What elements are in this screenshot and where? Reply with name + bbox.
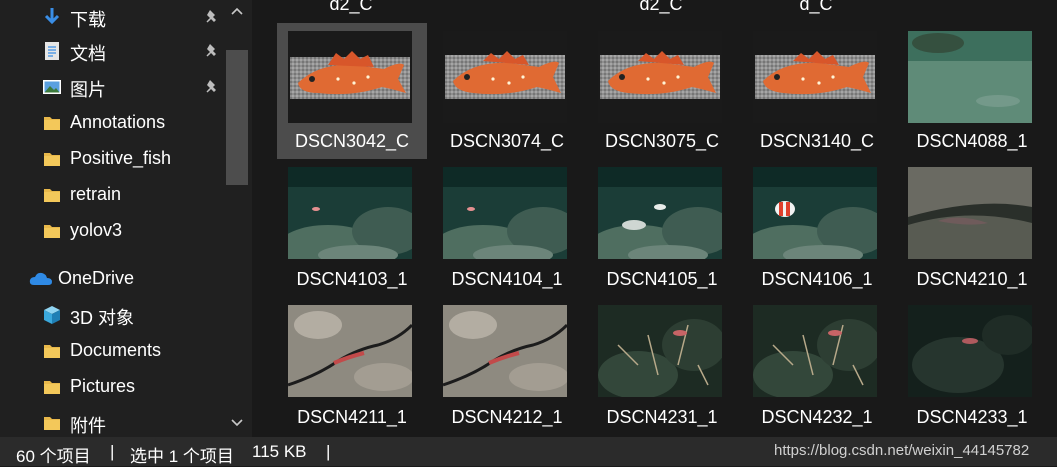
- file-tile[interactable]: DSCN3075_C: [587, 23, 737, 159]
- status-separator: |: [110, 442, 115, 461]
- image-thumbnail: [753, 31, 877, 123]
- folder-icon: [44, 381, 60, 394]
- file-name-label: DSCN4210_1: [916, 269, 1028, 289]
- file-name-label: DSCN3075_C: [604, 131, 720, 151]
- image-thumbnail: [908, 305, 1032, 397]
- download-arrow-icon: [44, 8, 60, 25]
- file-name-label: DSCN4088_1: [916, 131, 1028, 151]
- scroll-down-chevron-icon[interactable]: [229, 416, 245, 430]
- sidebar-item-label: 附件: [70, 416, 106, 436]
- sidebar-item-label: yolov3: [70, 220, 123, 240]
- file-name-label: DSCN4211_1: [297, 407, 407, 427]
- sidebar-item-label: 3D 对象: [70, 308, 135, 328]
- image-thumbnail: [753, 305, 877, 397]
- image-thumbnail: [908, 167, 1032, 259]
- sidebar-item-label: retrain: [70, 184, 122, 204]
- file-tile[interactable]: DSCN3140_C: [742, 23, 892, 159]
- file-tile[interactable]: DSCN4088_1: [897, 23, 1047, 159]
- sidebar-item-label: 文档: [70, 44, 106, 64]
- sidebar-item-downloads[interactable]: 下载: [0, 0, 222, 34]
- sidebar-item-label: Annotations: [70, 112, 166, 132]
- onedrive-cloud-icon: [29, 272, 52, 285]
- sidebar-item-annotations[interactable]: Annotations: [0, 106, 222, 140]
- image-thumbnail: [443, 305, 567, 397]
- sidebar-item-positive-fish[interactable]: Positive_fish: [0, 142, 222, 176]
- pin-icon[interactable]: [203, 42, 221, 60]
- file-tile[interactable]: DSCN4210_1: [897, 161, 1047, 297]
- image-thumbnail: [288, 305, 412, 397]
- sidebar-item-onedrive[interactable]: OneDrive: [0, 262, 222, 296]
- file-name-label: DSCN4104_1: [451, 269, 563, 289]
- sidebar-item-label: Documents: [70, 340, 162, 360]
- folder-icon: [44, 225, 60, 238]
- status-bar: 60 个项目 | 选中 1 个项目 115 KB | https://blog.…: [0, 437, 1057, 466]
- sidebar-item-3d-objects[interactable]: 3D 对象: [0, 298, 222, 332]
- file-name-label: DSCN4233_1: [916, 407, 1028, 427]
- file-name-partial[interactable]: d2_C: [596, 0, 726, 15]
- sidebar-item-documents[interactable]: Documents: [0, 334, 222, 368]
- sidebar-item-documents-cn[interactable]: 文档: [0, 34, 222, 68]
- file-name-label: DSCN4106_1: [761, 269, 873, 289]
- file-grid: d2_C d2_C d_C DSCN3042_C DSCN3074_C DSCN…: [256, 0, 1057, 437]
- file-name-label: DSCN4212_1: [451, 407, 563, 427]
- file-name-partial[interactable]: d2_C: [286, 0, 416, 15]
- sidebar-item-label: Positive_fish: [70, 148, 172, 168]
- file-tile[interactable]: DSCN3074_C: [432, 23, 582, 159]
- image-thumbnail: [443, 31, 567, 123]
- sidebar-item-yolov3[interactable]: yolov3: [0, 214, 222, 248]
- image-thumbnail: [288, 31, 412, 123]
- file-tile[interactable]: DSCN4104_1: [432, 161, 582, 297]
- file-name-label: DSCN3042_C: [294, 131, 410, 151]
- folder-icon: [44, 345, 60, 358]
- folder-icon: [44, 189, 60, 202]
- file-tile[interactable]: DSCN4106_1: [742, 161, 892, 297]
- file-name-label: DSCN3074_C: [449, 131, 565, 151]
- watermark-text: https://blog.csdn.net/weixin_44145782: [774, 442, 1030, 459]
- document-icon: [45, 42, 59, 60]
- sidebar-item-label: 下载: [70, 10, 106, 30]
- pictures-icon: [43, 80, 61, 94]
- pin-icon[interactable]: [203, 8, 221, 26]
- sidebar-item-retrain[interactable]: retrain: [0, 178, 222, 212]
- sidebar-item-label: 图片: [70, 80, 106, 100]
- file-tile[interactable]: DSCN4211_1: [277, 299, 427, 435]
- file-name-label: DSCN4232_1: [761, 407, 873, 427]
- sidebar-item-label: OneDrive: [58, 268, 135, 288]
- navigation-pane: 下载 文档 图片 Annotations Positive_fish retra…: [0, 0, 252, 437]
- image-thumbnail: [598, 305, 722, 397]
- file-tile[interactable]: DSCN4232_1: [742, 299, 892, 435]
- sidebar-item-pictures[interactable]: Pictures: [0, 370, 222, 404]
- sidebar-item-attachments[interactable]: 附件: [0, 406, 222, 437]
- image-thumbnail: [288, 167, 412, 259]
- sidebar-item-pictures-cn[interactable]: 图片: [0, 70, 222, 104]
- image-thumbnail: [908, 31, 1032, 123]
- file-tile[interactable]: DSCN4231_1: [587, 299, 737, 435]
- image-thumbnail: [598, 31, 722, 123]
- file-tile[interactable]: DSCN4233_1: [897, 299, 1047, 435]
- file-tile[interactable]: DSCN4103_1: [277, 161, 427, 297]
- file-tile[interactable]: DSCN4212_1: [432, 299, 582, 435]
- file-name-label: DSCN3140_C: [759, 131, 875, 151]
- scroll-up-chevron-icon[interactable]: [229, 4, 245, 18]
- image-thumbnail: [443, 167, 567, 259]
- item-count: 60 个项目: [16, 447, 91, 466]
- folder-icon: [44, 117, 60, 130]
- selection-size: 115 KB: [252, 442, 307, 461]
- pin-icon[interactable]: [203, 78, 221, 96]
- folder-icon: [44, 153, 60, 166]
- file-name-partial[interactable]: d_C: [751, 0, 881, 15]
- selection-count: 选中 1 个项目: [130, 447, 234, 466]
- file-tile[interactable]: DSCN3042_C: [277, 23, 427, 159]
- image-thumbnail: [753, 167, 877, 259]
- folder-icon: [44, 417, 60, 430]
- image-thumbnail: [598, 167, 722, 259]
- sidebar-scrollbar-thumb[interactable]: [226, 50, 248, 185]
- sidebar-item-label: Pictures: [70, 376, 136, 396]
- file-name-label: DSCN4105_1: [606, 269, 718, 289]
- status-separator: |: [326, 442, 331, 461]
- file-name-label: DSCN4103_1: [296, 269, 408, 289]
- file-name-label: DSCN4231_1: [606, 407, 718, 427]
- 3d-objects-icon: [44, 306, 60, 324]
- file-tile[interactable]: DSCN4105_1: [587, 161, 737, 297]
